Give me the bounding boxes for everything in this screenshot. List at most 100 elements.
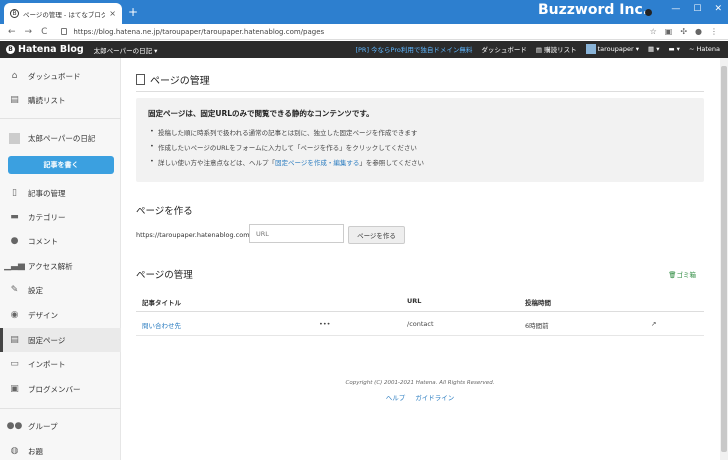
sidebar-item-subscriptions[interactable]: ▤ 購読リスト [0,88,121,112]
info-bullet: 投稿した順に時系列で扱われる通常の記事とは別に、独立した固定ページを作成できます [148,127,692,137]
tab-title: ページの管理 - はてなブログ [23,10,106,19]
user-name: taroupaper ▾ [597,45,639,53]
sidebar-item-analytics[interactable]: ▁▃▅ アクセス解析 [0,254,121,278]
help-fixed-page-link[interactable]: 固定ページを作成・編集する [275,159,359,167]
blog-icon [9,132,20,144]
profile-icon[interactable]: ● [695,27,702,36]
copyright: Copyright (C) 2001-2021 Hatena. All Righ… [345,380,495,386]
sidebar-item-design[interactable]: ◉ デザイン [0,303,121,327]
header-right: [PR] 今ならPro利用で独自ドメイン無料 ダッシュボード ▤ 購読リスト t… [355,44,720,54]
comment-icon: ● [10,236,19,246]
url-prefix: https://taroupaper.hatenablog.com/ [136,231,252,239]
folder-icon: ▬ [10,212,19,222]
page-icon [136,74,145,85]
forward-icon[interactable]: → [25,27,33,37]
member-icon: ▣ [10,384,19,394]
sidebar-item-label: 固定ページ [28,335,66,345]
subscriptions-link[interactable]: ▤ 購読リスト [536,44,577,54]
minimize-icon[interactable]: — [671,4,680,14]
document-icon: ▯ [12,188,17,198]
sidebar-item-import[interactable]: ▭ インポート [0,352,121,376]
trash-link[interactable]: 🗑ゴミ箱 [668,269,696,279]
sidebar-item-label: 太郎ペーパーの日記 [28,133,96,143]
sidebar-item-blog[interactable]: 太郎ペーパーの日記 [0,126,121,150]
page-icon: ▤ [10,335,19,345]
topic-icon: ◍ [10,446,19,456]
tab-close-icon[interactable]: × [109,9,116,18]
user-menu[interactable]: taroupaper ▾ [585,44,639,54]
info-bullet: 作成したいページのURLをフォームに入力して「ページを作る」をクリックしてくださ… [148,142,692,152]
logo-text: Hatena Blog [18,44,84,55]
sidebar-item-topics[interactable]: ◍ お題 [0,439,121,460]
pro-promo-link[interactable]: [PR] 今ならPro利用で独自ドメイン無料 [355,44,472,54]
scrollbar-thumb[interactable] [721,66,727,452]
sidebar-divider [0,118,121,119]
info-list: 投稿した順に時系列で扱われる通常の記事とは別に、独立した固定ページを作成できます… [148,127,692,167]
page-time: 6時間前 [525,322,549,330]
sidebar-item-label: ブログメンバー [28,384,81,394]
blog-selector[interactable]: 太郎ペーパーの日記 ▾ [94,45,158,55]
trash-label: ゴミ箱 [676,271,697,279]
sidebar-item-label: 設定 [28,285,43,295]
sidebar-item-label: ダッシュボード [28,71,81,81]
sidebar: ⌂ ダッシュボード ▤ 購読リスト 太郎ペーパーの日記 記事を書く ▯ 記事の管理 ▬… [0,58,121,460]
sidebar-item-comments[interactable]: ● コメント [0,229,121,253]
import-icon: ▭ [10,359,19,369]
sidebar-item-articles[interactable]: ▯ 記事の管理 [0,181,121,205]
sidebar-item-groups[interactable]: ●● グループ [0,414,121,438]
palette-icon: ◉ [10,310,19,320]
subscriptions-label: 購読リスト [544,46,577,54]
sidebar-item-fixed-pages[interactable]: ▤ 固定ページ [0,328,121,352]
sidebar-item-members[interactable]: ▣ ブログメンバー [0,377,121,401]
create-page-title: ページを作る [136,206,193,217]
page-title-link[interactable]: 問い合わせ先 [142,320,181,330]
sidebar-item-label: カテゴリー [28,212,66,222]
hatena-blog-logo[interactable]: B Hatena Blog [6,44,84,55]
guideline-link[interactable]: ガイドライン [415,394,454,402]
hatena-logo-icon: B [6,45,15,54]
bar-chart-icon: ▁▃▅ [4,261,25,271]
sidebar-item-dashboard[interactable]: ⌂ ダッシュボード [0,64,121,88]
sidebar-item-label: 記事の管理 [28,188,66,198]
create-page-button[interactable]: ページを作る [348,226,405,244]
footer-links: ヘルプ ガイドライン [136,392,704,402]
table-header: 記事タイトル URL 投稿時間 [136,290,704,312]
browser-tabbar: B ページの管理 - はてなブログ × + Buzzword Inc. — ☐ … [0,0,728,24]
close-window-icon[interactable]: ✕ [714,4,722,14]
maximize-icon[interactable]: ☐ [693,4,701,14]
inbox-icon: ▤ [10,95,19,105]
watermark-brand: Buzzword Inc. [538,2,649,18]
profile-dot-icon [645,9,652,16]
page-title-text: ページの管理 [150,76,210,87]
dashboard-link[interactable]: ダッシュボード [481,44,527,54]
notification-icon[interactable]: ▬ ▾ [668,45,679,53]
star-icon[interactable]: ☆ [650,27,657,36]
home-icon: ⌂ [11,71,18,81]
url-field[interactable]: https://blog.hatena.ne.jp/taroupaper/tar… [61,28,324,36]
page-url-input[interactable] [249,224,344,243]
sidebar-item-categories[interactable]: ▬ カテゴリー [0,205,121,229]
back-icon[interactable]: ← [8,27,16,37]
col-title: 記事タイトル [142,299,181,307]
new-tab-button[interactable]: + [128,5,138,19]
reload-icon[interactable]: C [41,27,47,37]
info-box: 固定ページは、固定URLのみで閲覧できる静的なコンテンツです。 投稿した順に時系… [136,98,704,182]
apps-grid-icon[interactable]: ▦ ▾ [648,45,659,53]
browser-tab[interactable]: B ページの管理 - はてなブログ × [4,3,122,24]
lock-icon [61,28,68,35]
manage-pages-title: ページの管理 [136,270,193,281]
sidebar-item-label: 購読リスト [28,95,66,105]
more-menu-icon[interactable]: ••• [319,320,331,328]
write-article-button[interactable]: 記事を書く [8,156,114,174]
extension-icon[interactable]: ▣ [665,27,673,36]
help-link[interactable]: ヘルプ [386,394,406,402]
sidebar-item-settings[interactable]: ✎ 設定 [0,278,121,302]
external-link-icon[interactable]: ↗ [651,320,656,328]
browser-toolbar-icons: ☆ ▣ ✣ ● ⋮ [650,27,718,36]
scrollbar[interactable] [720,58,728,460]
puzzle-icon[interactable]: ✣ [680,27,687,36]
hatena-link[interactable]: ~ Hatena [689,45,720,53]
sidebar-item-label: デザイン [28,310,58,320]
menu-dots-icon[interactable]: ⋮ [710,27,718,36]
title-divider [136,91,704,92]
